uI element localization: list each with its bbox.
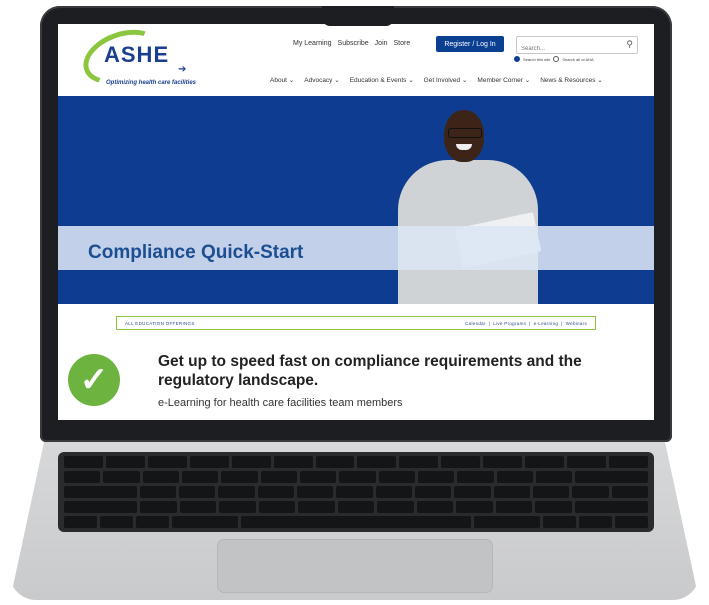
ashe-logo[interactable]: ASHE ➔ Optimizing health care facilities — [75, 24, 212, 95]
separator: | — [529, 320, 531, 326]
radio-search-aha-label: Search all of AHA — [562, 56, 594, 62]
nav-member-corner[interactable]: Member Corner ⌄ — [477, 76, 530, 84]
register-login-button[interactable]: Register / Log In — [436, 36, 504, 52]
logo-text: ASHE — [104, 42, 170, 67]
link-subscribe[interactable]: Subscribe — [338, 40, 369, 47]
utility-links: My Learning Subscribe Join Store — [293, 40, 410, 47]
separator: | — [488, 320, 491, 326]
hero-banner: Compliance Quick-Start — [58, 96, 654, 304]
search-scope: Search this site Search all of AHA — [514, 56, 594, 62]
laptop-trackpad — [218, 540, 492, 592]
laptop-screen: ASHE ➔ Optimizing health care facilities… — [58, 24, 654, 420]
hero-title: Compliance Quick-Start — [88, 242, 304, 263]
offerings-links: Calendar | Live Programs | e-Learning | … — [465, 321, 587, 326]
nav-get-involved[interactable]: Get Involved ⌄ — [424, 76, 468, 84]
all-education-offerings-link[interactable]: ALL EDUCATION OFFERINGS — [125, 321, 195, 326]
search-box: ⚲ — [516, 36, 638, 56]
radio-search-site[interactable] — [514, 56, 520, 62]
logo-arrow-icon: ➔ — [178, 64, 187, 75]
nav-about[interactable]: About ⌄ — [270, 76, 294, 84]
link-join[interactable]: Join — [375, 40, 388, 47]
link-webinars[interactable]: Webinars — [566, 321, 587, 326]
hero-person-image — [388, 100, 558, 304]
logo-tagline: Optimizing health care facilities — [106, 80, 197, 86]
radio-search-site-label: Search this site — [523, 56, 551, 62]
link-live-programs[interactable]: Live Programs — [493, 321, 526, 326]
camera-notch — [322, 6, 394, 26]
separator: | — [561, 320, 563, 326]
search-icon[interactable]: ⚲ — [626, 39, 633, 50]
link-calendar[interactable]: Calendar — [465, 321, 486, 326]
nav-advocacy[interactable]: Advocacy ⌄ — [304, 76, 339, 84]
site-header: ASHE ➔ Optimizing health care facilities… — [58, 24, 654, 96]
link-store[interactable]: Store — [394, 40, 411, 47]
page-headline: Get up to speed fast on compliance requi… — [158, 353, 582, 389]
radio-search-aha[interactable] — [553, 56, 560, 62]
link-my-learning[interactable]: My Learning — [293, 40, 332, 47]
search-input[interactable] — [517, 42, 621, 56]
main-nav: About ⌄ Advocacy ⌄ Education & Events ⌄ … — [270, 76, 603, 84]
laptop-keyboard — [58, 452, 654, 532]
checkmark-icon: ✓ — [68, 354, 120, 406]
link-e-learning[interactable]: e-Learning — [534, 321, 559, 326]
nav-news-resources[interactable]: News & Resources ⌄ — [540, 76, 603, 84]
page-subheading: e-Learning for health care facilities te… — [158, 397, 403, 409]
education-offerings-bar: ALL EDUCATION OFFERINGS Calendar | Live … — [116, 316, 596, 330]
nav-education-events[interactable]: Education & Events ⌄ — [350, 76, 414, 84]
